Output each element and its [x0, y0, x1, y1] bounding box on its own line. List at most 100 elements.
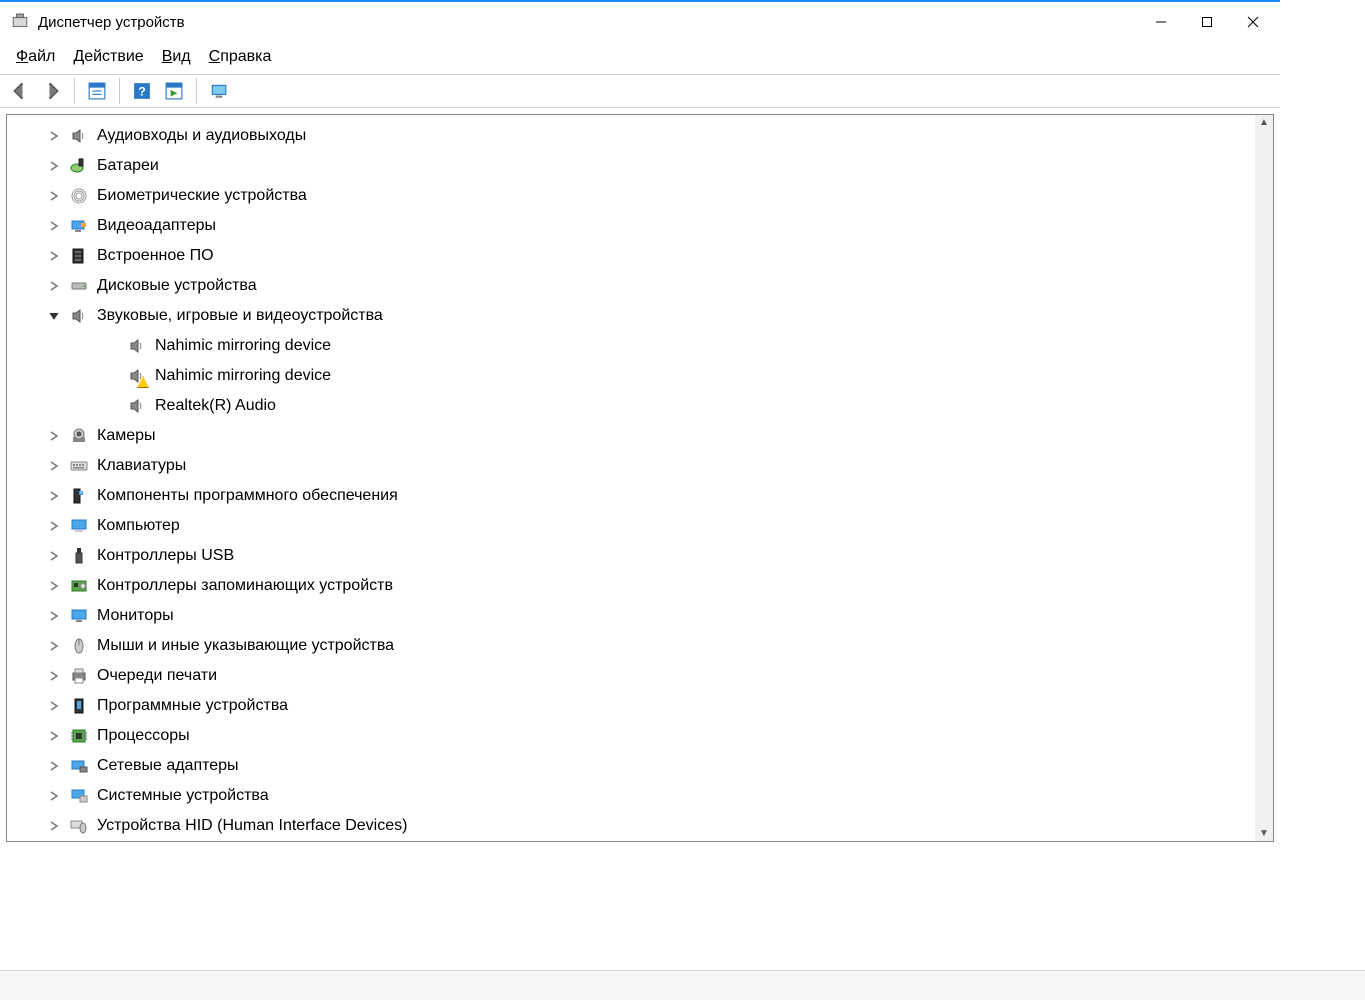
- scroll-down-icon[interactable]: ▼: [1259, 828, 1269, 839]
- network-icon: [69, 756, 89, 776]
- usb-icon: [69, 546, 89, 566]
- category-node[interactable]: Аудиовходы и аудиовыходы: [47, 121, 1255, 151]
- device-label: Realtek(R) Audio: [155, 397, 276, 415]
- show-hidden-button[interactable]: [83, 77, 111, 105]
- device-tree-container: Аудиовходы и аудиовыходы Батареи Биометрич…: [6, 114, 1274, 842]
- expand-icon[interactable]: [47, 219, 61, 233]
- category-label: Видеоадаптеры: [97, 217, 216, 235]
- device-tree[interactable]: Аудиовходы и аудиовыходы Батареи Биометрич…: [7, 115, 1255, 841]
- forward-button[interactable]: [38, 77, 66, 105]
- help-button[interactable]: ?: [128, 77, 156, 105]
- category-node[interactable]: Сетевые адаптеры: [47, 751, 1255, 781]
- category-node[interactable]: Системные устройства: [47, 781, 1255, 811]
- scroll-up-icon[interactable]: ▲: [1259, 117, 1269, 128]
- category-node[interactable]: Клавиатуры: [47, 451, 1255, 481]
- expand-icon[interactable]: [47, 129, 61, 143]
- expand-icon[interactable]: [47, 159, 61, 173]
- toolbar: ?: [0, 74, 1280, 108]
- processor-icon: [69, 726, 89, 746]
- vertical-scrollbar[interactable]: ▲ ▼: [1255, 115, 1273, 841]
- menubar: Файл Действие Вид Справка: [0, 42, 1280, 74]
- close-button[interactable]: [1230, 6, 1276, 38]
- expand-icon[interactable]: [47, 429, 61, 443]
- category-label: Биометрические устройства: [97, 187, 307, 205]
- expand-icon[interactable]: [47, 699, 61, 713]
- expand-icon[interactable]: [47, 609, 61, 623]
- back-button[interactable]: [6, 77, 34, 105]
- category-node[interactable]: Контроллеры USB: [47, 541, 1255, 571]
- expand-icon[interactable]: [47, 549, 61, 563]
- menu-file[interactable]: Файл: [16, 48, 55, 66]
- category-node[interactable]: Компоненты программного обеспечения: [47, 481, 1255, 511]
- toolbar-divider: [74, 78, 75, 104]
- category-node[interactable]: Устройства HID (Human Interface Devices): [47, 811, 1255, 841]
- collapse-icon[interactable]: [47, 309, 61, 323]
- category-node[interactable]: Очереди печати: [47, 661, 1255, 691]
- expand-icon[interactable]: [47, 519, 61, 533]
- system-icon: [69, 786, 89, 806]
- menu-view[interactable]: Вид: [162, 48, 191, 66]
- expand-icon[interactable]: [47, 489, 61, 503]
- expand-icon[interactable]: [47, 759, 61, 773]
- device-label: Nahimic mirroring device: [155, 337, 331, 355]
- devices-button[interactable]: [205, 77, 233, 105]
- category-node[interactable]: Мыши и иные указывающие устройства: [47, 631, 1255, 661]
- expand-icon[interactable]: [47, 729, 61, 743]
- keyboard-icon: [69, 456, 89, 476]
- computer-icon: [69, 516, 89, 536]
- expand-icon[interactable]: [47, 279, 61, 293]
- expand-icon[interactable]: [47, 459, 61, 473]
- category-label: Процессоры: [97, 727, 190, 745]
- category-node[interactable]: Программные устройства: [47, 691, 1255, 721]
- expand-icon[interactable]: [47, 819, 61, 833]
- category-label: Батареи: [97, 157, 159, 175]
- category-node[interactable]: Дисковые устройства: [47, 271, 1255, 301]
- category-label: Системные устройства: [97, 787, 269, 805]
- menu-help[interactable]: Справка: [209, 48, 272, 66]
- software-component-icon: [69, 486, 89, 506]
- printer-icon: [69, 666, 89, 686]
- category-node[interactable]: Встроенное ПО: [47, 241, 1255, 271]
- category-node[interactable]: Биометрические устройства: [47, 181, 1255, 211]
- category-label: Компьютер: [97, 517, 180, 535]
- firmware-icon: [69, 246, 89, 266]
- expand-icon[interactable]: [47, 249, 61, 263]
- category-label: Дисковые устройства: [97, 277, 257, 295]
- category-label: Устройства HID (Human Interface Devices): [97, 817, 407, 835]
- expand-icon[interactable]: [47, 639, 61, 653]
- category-node[interactable]: Батареи: [47, 151, 1255, 181]
- expander-placeholder: [105, 369, 119, 383]
- category-node[interactable]: Процессоры: [47, 721, 1255, 751]
- window-title: Диспетчер устройств: [38, 14, 185, 31]
- titlebar: Диспетчер устройств: [0, 2, 1280, 42]
- expand-icon[interactable]: [47, 789, 61, 803]
- category-node[interactable]: Звуковые, игровые и видеоустройства: [47, 301, 1255, 331]
- category-label: Мониторы: [97, 607, 174, 625]
- display-adapter-icon: [69, 216, 89, 236]
- maximize-button[interactable]: [1184, 6, 1230, 38]
- device-node[interactable]: Nahimic mirroring device: [93, 331, 1255, 361]
- expand-icon[interactable]: [47, 579, 61, 593]
- menu-action[interactable]: Действие: [73, 48, 143, 66]
- category-node[interactable]: Видеоадаптеры: [47, 211, 1255, 241]
- category-label: Звуковые, игровые и видеоустройства: [97, 307, 383, 325]
- category-node[interactable]: Контроллеры запоминающих устройств: [47, 571, 1255, 601]
- category-node[interactable]: Камеры: [47, 421, 1255, 451]
- minimize-button[interactable]: [1138, 6, 1184, 38]
- category-node[interactable]: Компьютер: [47, 511, 1255, 541]
- category-label: Очереди печати: [97, 667, 217, 685]
- device-node[interactable]: Realtek(R) Audio: [93, 391, 1255, 421]
- disk-icon: [69, 276, 89, 296]
- app-icon: [10, 12, 30, 32]
- svg-text:?: ?: [138, 85, 146, 99]
- scan-hardware-button[interactable]: [160, 77, 188, 105]
- category-label: Мыши и иные указывающие устройства: [97, 637, 394, 655]
- toolbar-divider: [196, 78, 197, 104]
- category-node[interactable]: Мониторы: [47, 601, 1255, 631]
- expand-icon[interactable]: [47, 669, 61, 683]
- device-node[interactable]: Nahimic mirroring device: [93, 361, 1255, 391]
- device-label: Nahimic mirroring device: [155, 367, 331, 385]
- expand-icon[interactable]: [47, 189, 61, 203]
- category-label: Встроенное ПО: [97, 247, 214, 265]
- category-label: Контроллеры USB: [97, 547, 234, 565]
